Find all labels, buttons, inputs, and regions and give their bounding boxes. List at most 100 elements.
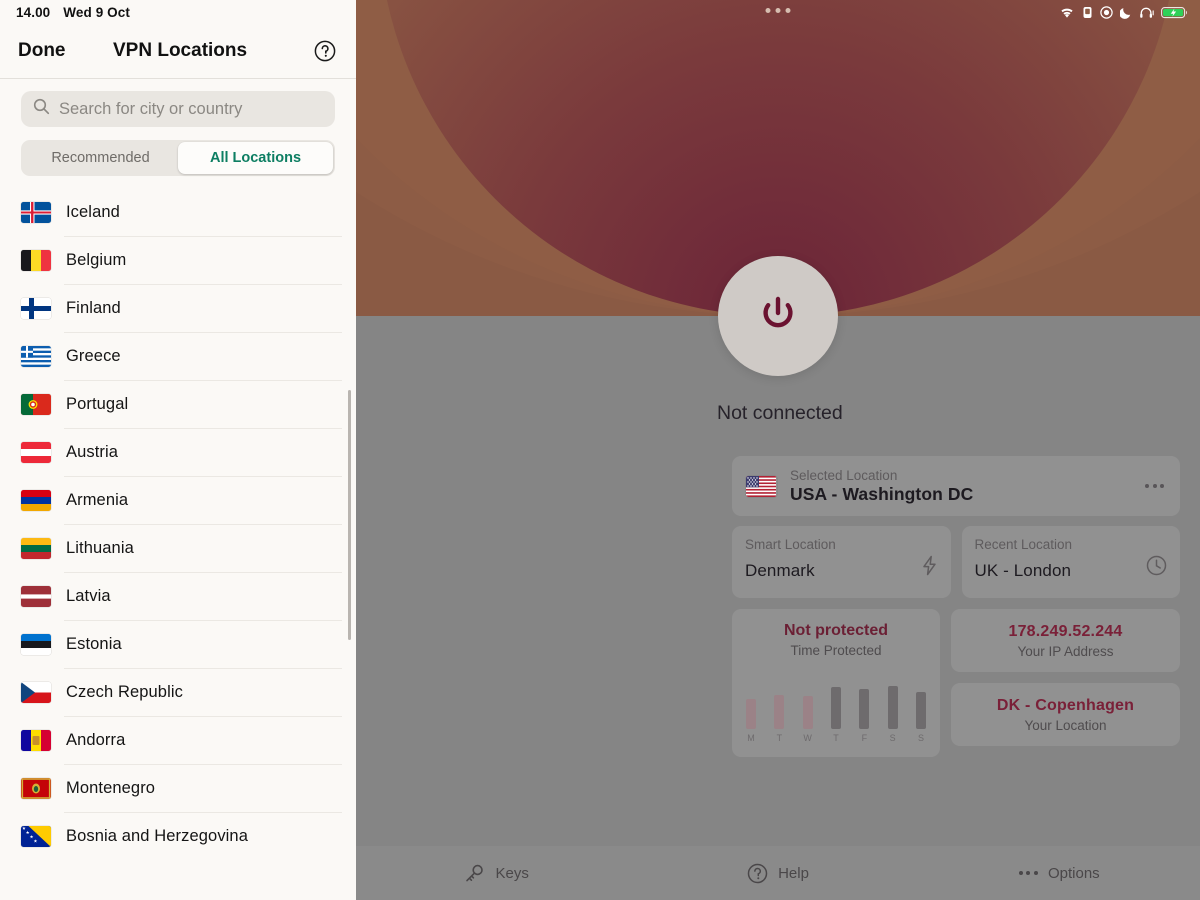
flag-pt xyxy=(21,393,51,415)
alarm-icon xyxy=(1082,6,1093,19)
connection-toggle[interactable]: Not connected xyxy=(717,256,843,425)
flag-cz xyxy=(21,681,51,703)
battery-charging-icon xyxy=(1161,6,1188,19)
flag-ee xyxy=(21,633,51,655)
list-item[interactable]: Latvia xyxy=(0,572,356,620)
flag-ad xyxy=(21,729,51,751)
flag-ba xyxy=(21,825,51,847)
list-item[interactable]: Belgium xyxy=(0,236,356,284)
done-button[interactable]: Done xyxy=(18,40,66,62)
toolbar-item-options[interactable]: Options xyxy=(919,865,1200,882)
list-item[interactable]: Iceland xyxy=(0,188,356,236)
country-name: Portugal xyxy=(66,394,129,413)
grab-dot xyxy=(785,8,791,13)
dot xyxy=(1026,871,1031,875)
status-bar-right xyxy=(356,0,1200,24)
stats-left-column: Not protected Time Protected M T W T F S S xyxy=(732,609,940,757)
stats-right-column: 178.249.52.244 Your IP Address DK - Cope… xyxy=(951,609,1180,757)
connection-status: Not connected xyxy=(717,402,843,424)
chart-bar-label: S xyxy=(889,733,896,743)
status-date: Wed 9 Oct xyxy=(63,4,130,20)
record-icon xyxy=(1100,5,1113,19)
time-protected-card[interactable]: Not protected Time Protected M T W T F S S xyxy=(732,609,940,757)
chart-bar xyxy=(859,688,870,729)
chart-bar-label: T xyxy=(833,733,839,743)
nav-header: Done VPN Locations xyxy=(0,24,356,78)
dot xyxy=(1145,484,1149,488)
list-item[interactable]: Austria xyxy=(0,428,356,476)
protection-status: Not protected xyxy=(784,622,888,639)
headphones-icon xyxy=(1139,6,1154,19)
country-name: Czech Republic xyxy=(66,682,183,701)
time-protected-label: Time Protected xyxy=(790,643,882,658)
list-item[interactable]: Czech Republic xyxy=(0,668,356,716)
chart-bar xyxy=(774,694,785,729)
chart-bar xyxy=(915,691,926,729)
your-location-value: DK - Copenhagen xyxy=(996,696,1135,714)
selected-location-card[interactable]: Selected Location USA - Washington DC xyxy=(732,456,1180,516)
toolbar-label-help: Help xyxy=(778,864,809,882)
chart-bar-column: S xyxy=(915,675,926,743)
list-item[interactable]: Portugal xyxy=(0,380,356,428)
question-circle-icon[interactable] xyxy=(314,40,336,62)
bolt-icon xyxy=(921,555,938,581)
search-placeholder: Search for city or country xyxy=(59,99,243,118)
question-circle-icon xyxy=(747,863,768,884)
stats-row: Not protected Time Protected M T W T F S S 178… xyxy=(732,609,1180,757)
flag-lt xyxy=(21,537,51,559)
grab-handle-icon[interactable] xyxy=(765,8,791,13)
dot xyxy=(1018,871,1023,875)
country-list: Iceland Belgium Finland Greece Portugal Austr… xyxy=(0,188,356,860)
list-item[interactable]: Armenia xyxy=(0,476,356,524)
smart-location-card[interactable]: Smart Location Denmark xyxy=(732,526,951,598)
recent-location-card[interactable]: Recent Location UK - London xyxy=(961,526,1180,598)
list-item[interactable]: Montenegro xyxy=(0,764,356,812)
flag-am xyxy=(21,489,51,511)
your-location-card[interactable]: DK - Copenhagen Your Location xyxy=(951,683,1180,746)
chart-bar-label: S xyxy=(917,733,924,743)
list-item[interactable]: Finland xyxy=(0,284,356,332)
tab-all-locations[interactable]: All Locations xyxy=(178,142,333,174)
list-item[interactable]: Estonia xyxy=(0,620,356,668)
clock-icon xyxy=(1146,555,1167,581)
moon-icon xyxy=(1120,6,1132,19)
time-protected-chart: MTWTFSS xyxy=(746,675,926,743)
recent-location-label: Recent Location xyxy=(974,537,1073,552)
power-icon xyxy=(751,287,805,346)
list-item[interactable]: Greece xyxy=(0,332,356,380)
chart-bar-column: T xyxy=(830,675,841,743)
status-bar-left: 14.00 Wed 9 Oct xyxy=(0,0,356,24)
toolbar-item-help[interactable]: Help xyxy=(637,863,918,884)
country-name: Greece xyxy=(66,346,121,365)
toolbar-label-keys: Keys xyxy=(495,864,529,882)
ellipsis-icon[interactable] xyxy=(1145,484,1164,488)
chart-bar-column: W xyxy=(802,675,813,743)
grab-dot xyxy=(775,8,781,13)
power-button[interactable] xyxy=(718,256,838,376)
smart-location-value: Denmark xyxy=(745,561,815,580)
tab-recommended[interactable]: Recommended xyxy=(23,142,178,174)
status-time: 14.00 xyxy=(16,4,51,20)
country-name: Armenia xyxy=(66,490,129,509)
chart-bar xyxy=(802,696,813,729)
list-item[interactable]: Lithuania xyxy=(0,524,356,572)
list-scrollbar[interactable] xyxy=(348,390,351,640)
country-name: Austria xyxy=(66,442,119,461)
country-name: Latvia xyxy=(66,586,111,605)
flag-at xyxy=(21,441,51,463)
list-item[interactable]: Andorra xyxy=(0,716,356,764)
ip-address-card[interactable]: 178.249.52.244 Your IP Address xyxy=(951,609,1180,672)
flag-me xyxy=(21,777,51,799)
recent-location-value: UK - London xyxy=(974,561,1072,580)
country-name: Bosnia and Herzegovina xyxy=(66,826,248,845)
search-input[interactable]: Search for city or country xyxy=(21,91,335,127)
chart-bar-label: W xyxy=(803,733,812,743)
smart-location-label: Smart Location xyxy=(745,537,836,552)
flag-gr xyxy=(21,345,51,367)
toolbar-item-keys[interactable]: Keys xyxy=(356,863,637,884)
country-name: Iceland xyxy=(66,202,120,221)
list-item[interactable]: Bosnia and Herzegovina xyxy=(0,812,356,860)
chart-bar-column: T xyxy=(774,675,785,743)
selected-location-texts: Selected Location USA - Washington DC xyxy=(790,468,973,505)
dot xyxy=(1033,871,1038,875)
